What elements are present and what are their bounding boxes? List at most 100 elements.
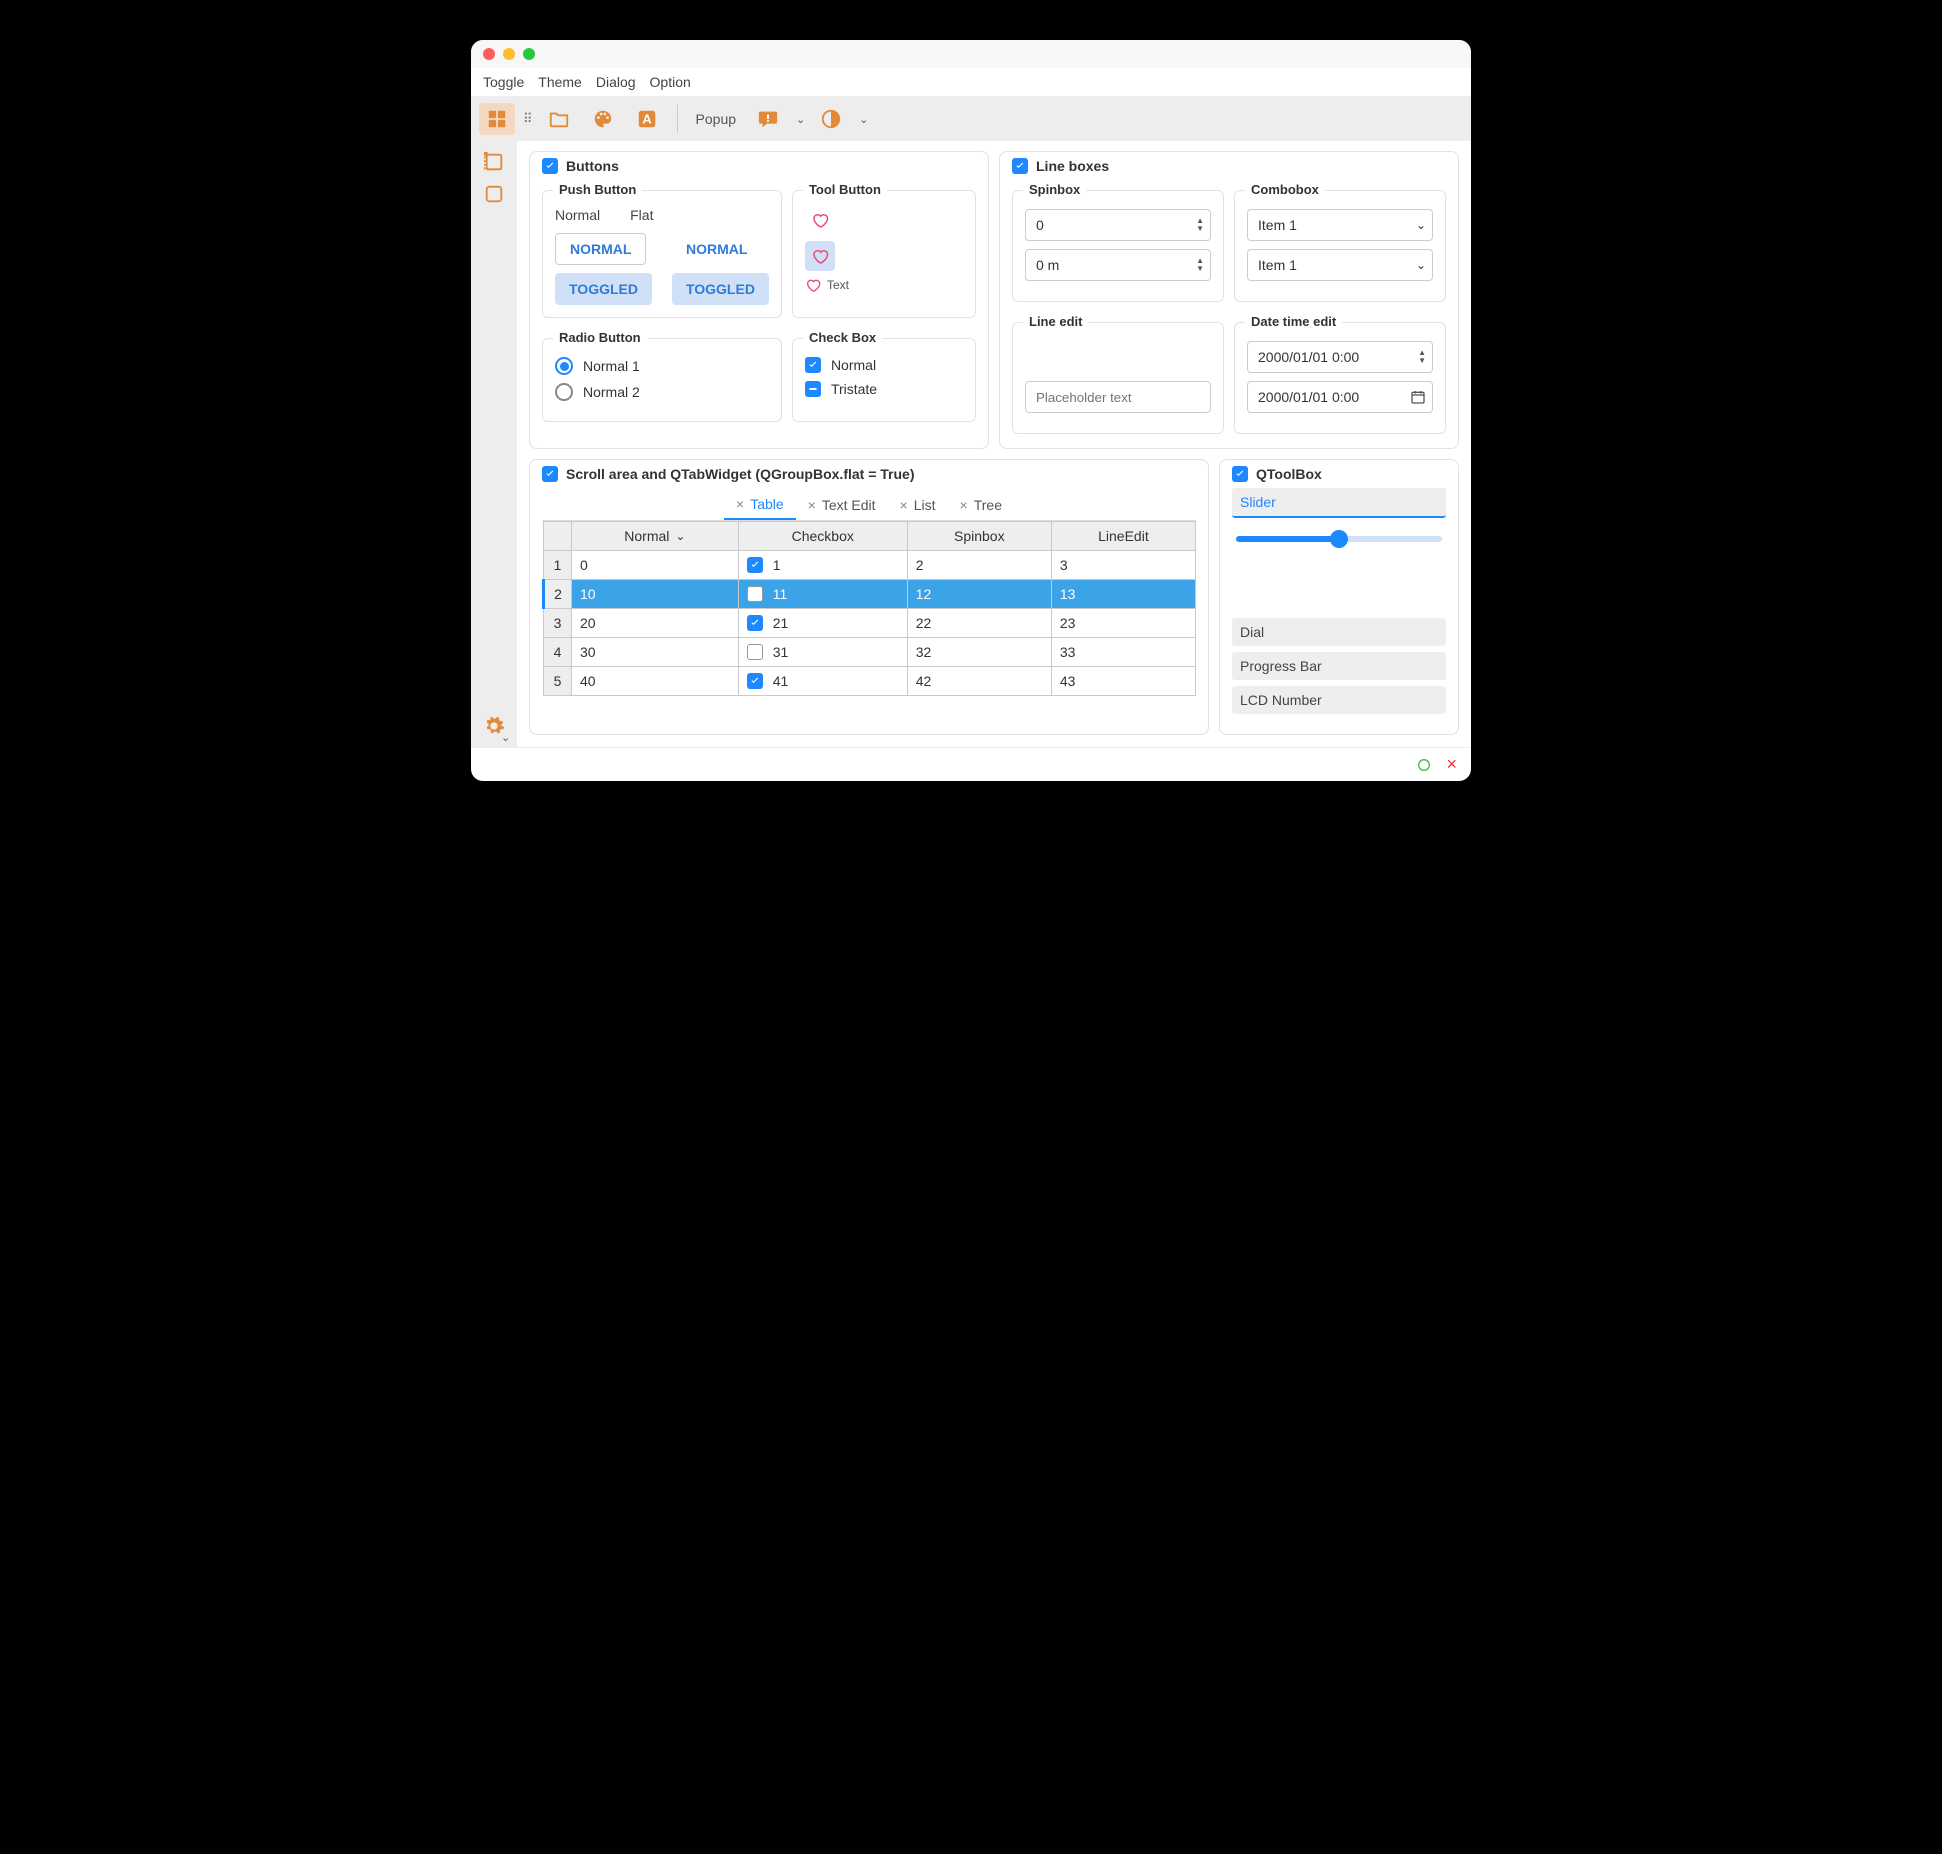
chevron-down-icon[interactable]: ⌄ xyxy=(675,529,685,543)
lineboxes-panel-checkbox[interactable] xyxy=(1012,158,1028,174)
tab-textedit[interactable]: ×Text Edit xyxy=(796,490,888,520)
radio-normal-1[interactable]: Normal 1 xyxy=(555,357,769,375)
cell-lineedit[interactable]: 13 xyxy=(1051,580,1195,609)
row-checkbox[interactable] xyxy=(747,557,763,573)
col-spinbox[interactable]: Spinbox xyxy=(907,522,1051,551)
push-toggled-button[interactable]: TOGGLED xyxy=(555,273,652,305)
row-checkbox[interactable] xyxy=(747,615,763,631)
qtoolbox-checkbox[interactable] xyxy=(1232,466,1248,482)
row-checkbox[interactable] xyxy=(747,586,763,602)
row-header[interactable]: 5 xyxy=(544,667,572,696)
spinbox-arrows-icon[interactable]: ▲▼ xyxy=(1196,257,1204,273)
close-traffic-light[interactable] xyxy=(483,48,495,60)
scroll-panel-checkbox[interactable] xyxy=(542,466,558,482)
tab-table[interactable]: ×Table xyxy=(724,490,796,520)
table-row[interactable]: 3 20 21 22 23 xyxy=(544,609,1196,638)
combobox-2[interactable]: Item 1⌄ xyxy=(1247,249,1433,281)
tab-tree[interactable]: ×Tree xyxy=(948,490,1014,520)
cell-checkbox[interactable]: 21 xyxy=(738,609,907,638)
cell-normal[interactable]: 0 xyxy=(572,551,739,580)
row-header[interactable]: 2 xyxy=(544,580,572,609)
datetime-2[interactable]: 2000/01/01 0:00 xyxy=(1247,381,1433,413)
close-icon[interactable]: × xyxy=(960,497,968,513)
chevron-down-icon[interactable]: ⌄ xyxy=(859,113,868,126)
data-table[interactable]: Normal⌄ Checkbox Spinbox LineEdit 1 0 1 … xyxy=(542,521,1196,696)
slider-thumb[interactable] xyxy=(1330,530,1348,548)
spinbox-1[interactable]: 0▲▼ xyxy=(1025,209,1211,241)
row-header[interactable]: 4 xyxy=(544,638,572,667)
radio-normal-2[interactable]: Normal 2 xyxy=(555,383,769,401)
slider[interactable] xyxy=(1236,536,1442,542)
spinbox-arrows-icon[interactable]: ▲▼ xyxy=(1196,217,1204,233)
tool-heart-selected[interactable] xyxy=(805,241,835,271)
cell-spinbox[interactable]: 12 xyxy=(907,580,1051,609)
cell-lineedit[interactable]: 43 xyxy=(1051,667,1195,696)
cell-checkbox[interactable]: 31 xyxy=(738,638,907,667)
tool-heart-outline[interactable] xyxy=(805,205,835,235)
chevron-down-icon[interactable]: ⌄ xyxy=(1416,218,1426,232)
push-flat-normal-button[interactable]: NORMAL xyxy=(672,233,761,265)
row-checkbox[interactable] xyxy=(747,673,763,689)
cell-lineedit[interactable]: 33 xyxy=(1051,638,1195,667)
toolbar-message-button[interactable] xyxy=(750,103,786,135)
status-close-icon[interactable]: × xyxy=(1446,754,1457,775)
sidebar-settings-button[interactable]: ⌄ xyxy=(483,715,505,737)
close-icon[interactable]: × xyxy=(736,496,744,512)
lineedit-input[interactable] xyxy=(1025,381,1211,413)
drag-handle-icon[interactable]: ⠿ xyxy=(523,111,533,127)
toolbar-font-button[interactable]: A xyxy=(629,103,665,135)
zoom-traffic-light[interactable] xyxy=(523,48,535,60)
tab-list[interactable]: ×List xyxy=(888,490,948,520)
toolbar-folder-button[interactable] xyxy=(541,103,577,135)
cell-spinbox[interactable]: 42 xyxy=(907,667,1051,696)
sidebar-square-icon[interactable] xyxy=(483,183,505,205)
checkbox-normal[interactable] xyxy=(805,357,821,373)
spinbox-2[interactable]: 0 m▲▼ xyxy=(1025,249,1211,281)
checkbox-tristate[interactable] xyxy=(805,381,821,397)
spinbox-arrows-icon[interactable]: ▲▼ xyxy=(1418,349,1426,365)
toolbox-lcd-header[interactable]: LCD Number xyxy=(1232,686,1446,714)
cell-spinbox[interactable]: 2 xyxy=(907,551,1051,580)
menu-dialog[interactable]: Dialog xyxy=(596,74,636,90)
push-flat-toggled-button[interactable]: TOGGLED xyxy=(672,273,769,305)
close-icon[interactable]: × xyxy=(900,497,908,513)
close-icon[interactable]: × xyxy=(808,497,816,513)
toolbar-contrast-button[interactable] xyxy=(813,103,849,135)
toolbar-palette-button[interactable] xyxy=(585,103,621,135)
col-normal[interactable]: Normal⌄ xyxy=(572,522,739,551)
cell-normal[interactable]: 30 xyxy=(572,638,739,667)
cell-checkbox[interactable]: 11 xyxy=(738,580,907,609)
menu-toggle[interactable]: Toggle xyxy=(483,74,524,90)
table-row[interactable]: 4 30 31 32 33 xyxy=(544,638,1196,667)
cell-normal[interactable]: 40 xyxy=(572,667,739,696)
toolbar-grid-button[interactable] xyxy=(479,103,515,135)
row-header[interactable]: 3 xyxy=(544,609,572,638)
table-row[interactable]: 2 10 11 12 13 xyxy=(544,580,1196,609)
col-lineedit[interactable]: LineEdit xyxy=(1051,522,1195,551)
row-checkbox[interactable] xyxy=(747,644,763,660)
minimize-traffic-light[interactable] xyxy=(503,48,515,60)
toolbox-progress-header[interactable]: Progress Bar xyxy=(1232,652,1446,680)
push-normal-button[interactable]: NORMAL xyxy=(555,233,646,265)
table-row[interactable]: 5 40 41 42 43 xyxy=(544,667,1196,696)
chevron-down-icon[interactable]: ⌄ xyxy=(796,113,805,126)
sidebar-dock-icon[interactable] xyxy=(483,151,505,173)
col-checkbox[interactable]: Checkbox xyxy=(738,522,907,551)
datetime-1[interactable]: 2000/01/01 0:00▲▼ xyxy=(1247,341,1433,373)
cell-checkbox[interactable]: 1 xyxy=(738,551,907,580)
cell-normal[interactable]: 10 xyxy=(572,580,739,609)
toolbox-slider-header[interactable]: Slider xyxy=(1232,488,1446,518)
cell-checkbox[interactable]: 41 xyxy=(738,667,907,696)
cell-lineedit[interactable]: 3 xyxy=(1051,551,1195,580)
row-header[interactable]: 1 xyxy=(544,551,572,580)
toolbox-dial-header[interactable]: Dial xyxy=(1232,618,1446,646)
combobox-1[interactable]: Item 1⌄ xyxy=(1247,209,1433,241)
cell-normal[interactable]: 20 xyxy=(572,609,739,638)
menu-theme[interactable]: Theme xyxy=(538,74,582,90)
table-row[interactable]: 1 0 1 2 3 xyxy=(544,551,1196,580)
chevron-down-icon[interactable]: ⌄ xyxy=(1416,258,1426,272)
cell-spinbox[interactable]: 22 xyxy=(907,609,1051,638)
menu-option[interactable]: Option xyxy=(650,74,691,90)
cell-spinbox[interactable]: 32 xyxy=(907,638,1051,667)
buttons-panel-checkbox[interactable] xyxy=(542,158,558,174)
